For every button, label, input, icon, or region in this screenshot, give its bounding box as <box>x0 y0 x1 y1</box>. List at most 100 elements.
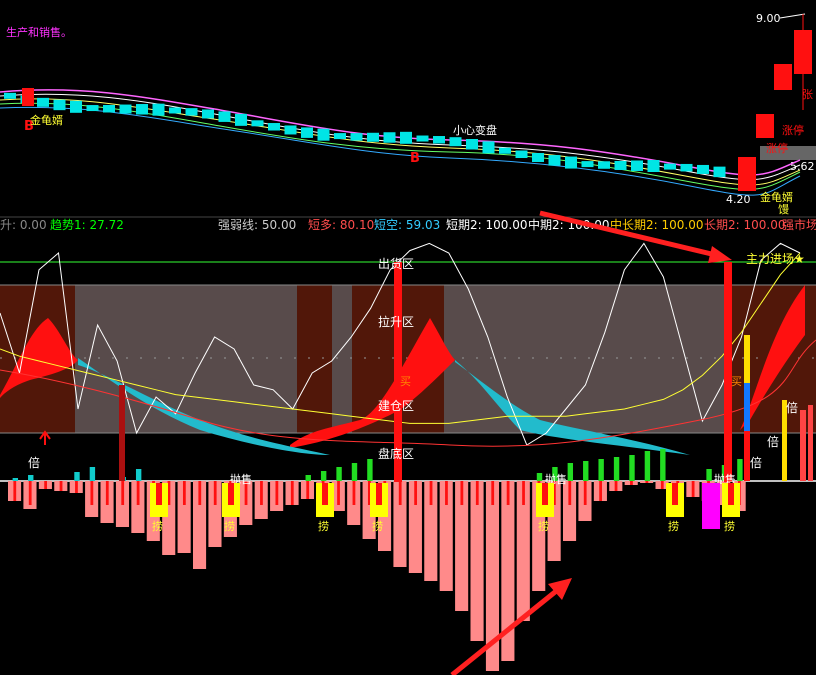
la-marker-text: 捞 <box>224 520 235 533</box>
candle <box>614 160 627 170</box>
volume-bar-positive <box>737 459 743 481</box>
volume-bar-positive <box>351 463 358 481</box>
candle <box>697 164 709 174</box>
volume-bar-core <box>44 481 48 489</box>
big-red-bar-right <box>724 262 732 482</box>
indicator-header-1: 趋势1: 27.72 <box>50 218 124 232</box>
volume-bar-positive <box>336 467 342 481</box>
volume-bar-core <box>260 481 263 505</box>
notice-text: 生产和销售。 <box>6 25 72 39</box>
indicator-header-5: 短期2: 100.00 <box>446 218 527 232</box>
candle <box>301 127 313 138</box>
limit-up-label-2: 涨停 <box>766 141 788 155</box>
volume-bar-core <box>660 481 664 489</box>
b-mark-mid: B <box>410 151 420 166</box>
buy-mark-right: 买 <box>731 375 742 388</box>
candle <box>251 120 264 127</box>
indicator-header-4: 短空: 59.03 <box>374 218 440 232</box>
limit-up-label: 涨停 <box>782 123 804 137</box>
volume-bar-positive <box>629 455 635 481</box>
volume-bar-core <box>599 481 603 501</box>
volume-bar-core <box>90 481 94 505</box>
candle <box>350 133 363 141</box>
volume-bar-core <box>460 481 464 505</box>
volume-bar-core <box>475 481 479 505</box>
candle <box>400 131 412 144</box>
volume-bar-core <box>429 481 433 505</box>
candle <box>136 104 148 115</box>
volume-bar-core <box>182 481 186 505</box>
volume-bar-core <box>398 481 402 505</box>
volume-bar-core <box>691 481 695 497</box>
candle <box>152 103 165 116</box>
candle <box>680 163 693 172</box>
volume-bar-core <box>306 481 310 499</box>
volume-bar-core <box>583 481 587 505</box>
indicator-header-3: 短多: 80.10 <box>308 218 374 232</box>
zone-lasheng: 拉升区 <box>378 314 414 329</box>
candle <box>449 137 462 147</box>
volume-bar-core <box>290 481 294 505</box>
chart-canvas: 生产和销售。 9.00 4.20 5.62 B 金龟婿 小心变盘 B 金龟婿 涨… <box>0 12 816 675</box>
volume-bar-core <box>414 481 418 505</box>
s-mark-label: 馒 <box>778 203 789 216</box>
main-force-label: 主力进场★ <box>746 252 805 266</box>
la-marker-text: 捞 <box>538 520 549 533</box>
jingui-label-left: 金龟婿 <box>30 113 63 127</box>
candle <box>383 132 396 143</box>
volume-bar-core <box>121 481 125 505</box>
candle <box>218 111 231 122</box>
volume-bar-core <box>198 481 202 505</box>
volume-bar-core <box>275 481 279 505</box>
candle <box>53 99 66 111</box>
candle <box>647 159 660 172</box>
volume-bar-core <box>445 481 448 505</box>
indicator-header-2: 强弱线: 50.00 <box>218 218 296 232</box>
candle <box>70 100 82 113</box>
volume-bar-positive <box>598 459 604 481</box>
volume-bar-core <box>630 481 633 485</box>
indicator-header-8: 长期2: 100.00 <box>704 218 785 232</box>
volume-bar-positive <box>320 471 327 481</box>
candle <box>631 160 643 171</box>
candle <box>103 104 115 113</box>
volume-bar-positive <box>644 451 651 481</box>
candle <box>713 166 726 178</box>
zone-chuhuo: 出货区 <box>378 256 414 271</box>
volume-bar-positive <box>367 459 373 481</box>
jingui-label-right: 金龟婿 <box>760 190 793 204</box>
indicator-header-7: 中长期2: 100.00 <box>610 217 703 232</box>
candle <box>482 141 495 154</box>
candle <box>284 125 297 135</box>
volume-bar-core <box>13 481 17 501</box>
volume-bar-core <box>337 481 340 505</box>
candle <box>499 147 511 154</box>
volume-bar-positive <box>74 472 80 481</box>
volume-bar-positive <box>613 457 620 481</box>
la-marker-text: 捞 <box>372 520 383 533</box>
candle <box>86 105 99 112</box>
volume-bar-core <box>59 481 63 491</box>
la-marker-text: 捞 <box>152 520 163 533</box>
volume-bar-positive <box>28 475 34 481</box>
candle <box>169 107 181 114</box>
zone-jiancang: 建仓区 <box>378 399 414 413</box>
caution-label: 小心变盘 <box>453 123 497 137</box>
volume-bar-core <box>352 481 356 505</box>
candle <box>416 135 429 142</box>
volume-bar-positive <box>660 449 666 481</box>
candle <box>565 156 577 169</box>
zone-pandi: 盘底区 <box>378 446 414 461</box>
buy-mark-mid: 买 <box>400 375 411 388</box>
bei-mark-right2: 倍 <box>767 434 779 449</box>
indicator-header-9: 强市场 <box>782 217 816 232</box>
zhang-label: 张 <box>802 88 813 101</box>
la-marker-text: 捞 <box>724 520 735 533</box>
candle <box>548 155 561 166</box>
volume-bar-core <box>522 481 525 505</box>
magenta-marker <box>702 483 720 529</box>
candle <box>581 161 594 168</box>
candle <box>515 150 528 159</box>
bei-mark-left: 倍 <box>28 455 40 470</box>
volume-bar-core <box>75 481 78 493</box>
